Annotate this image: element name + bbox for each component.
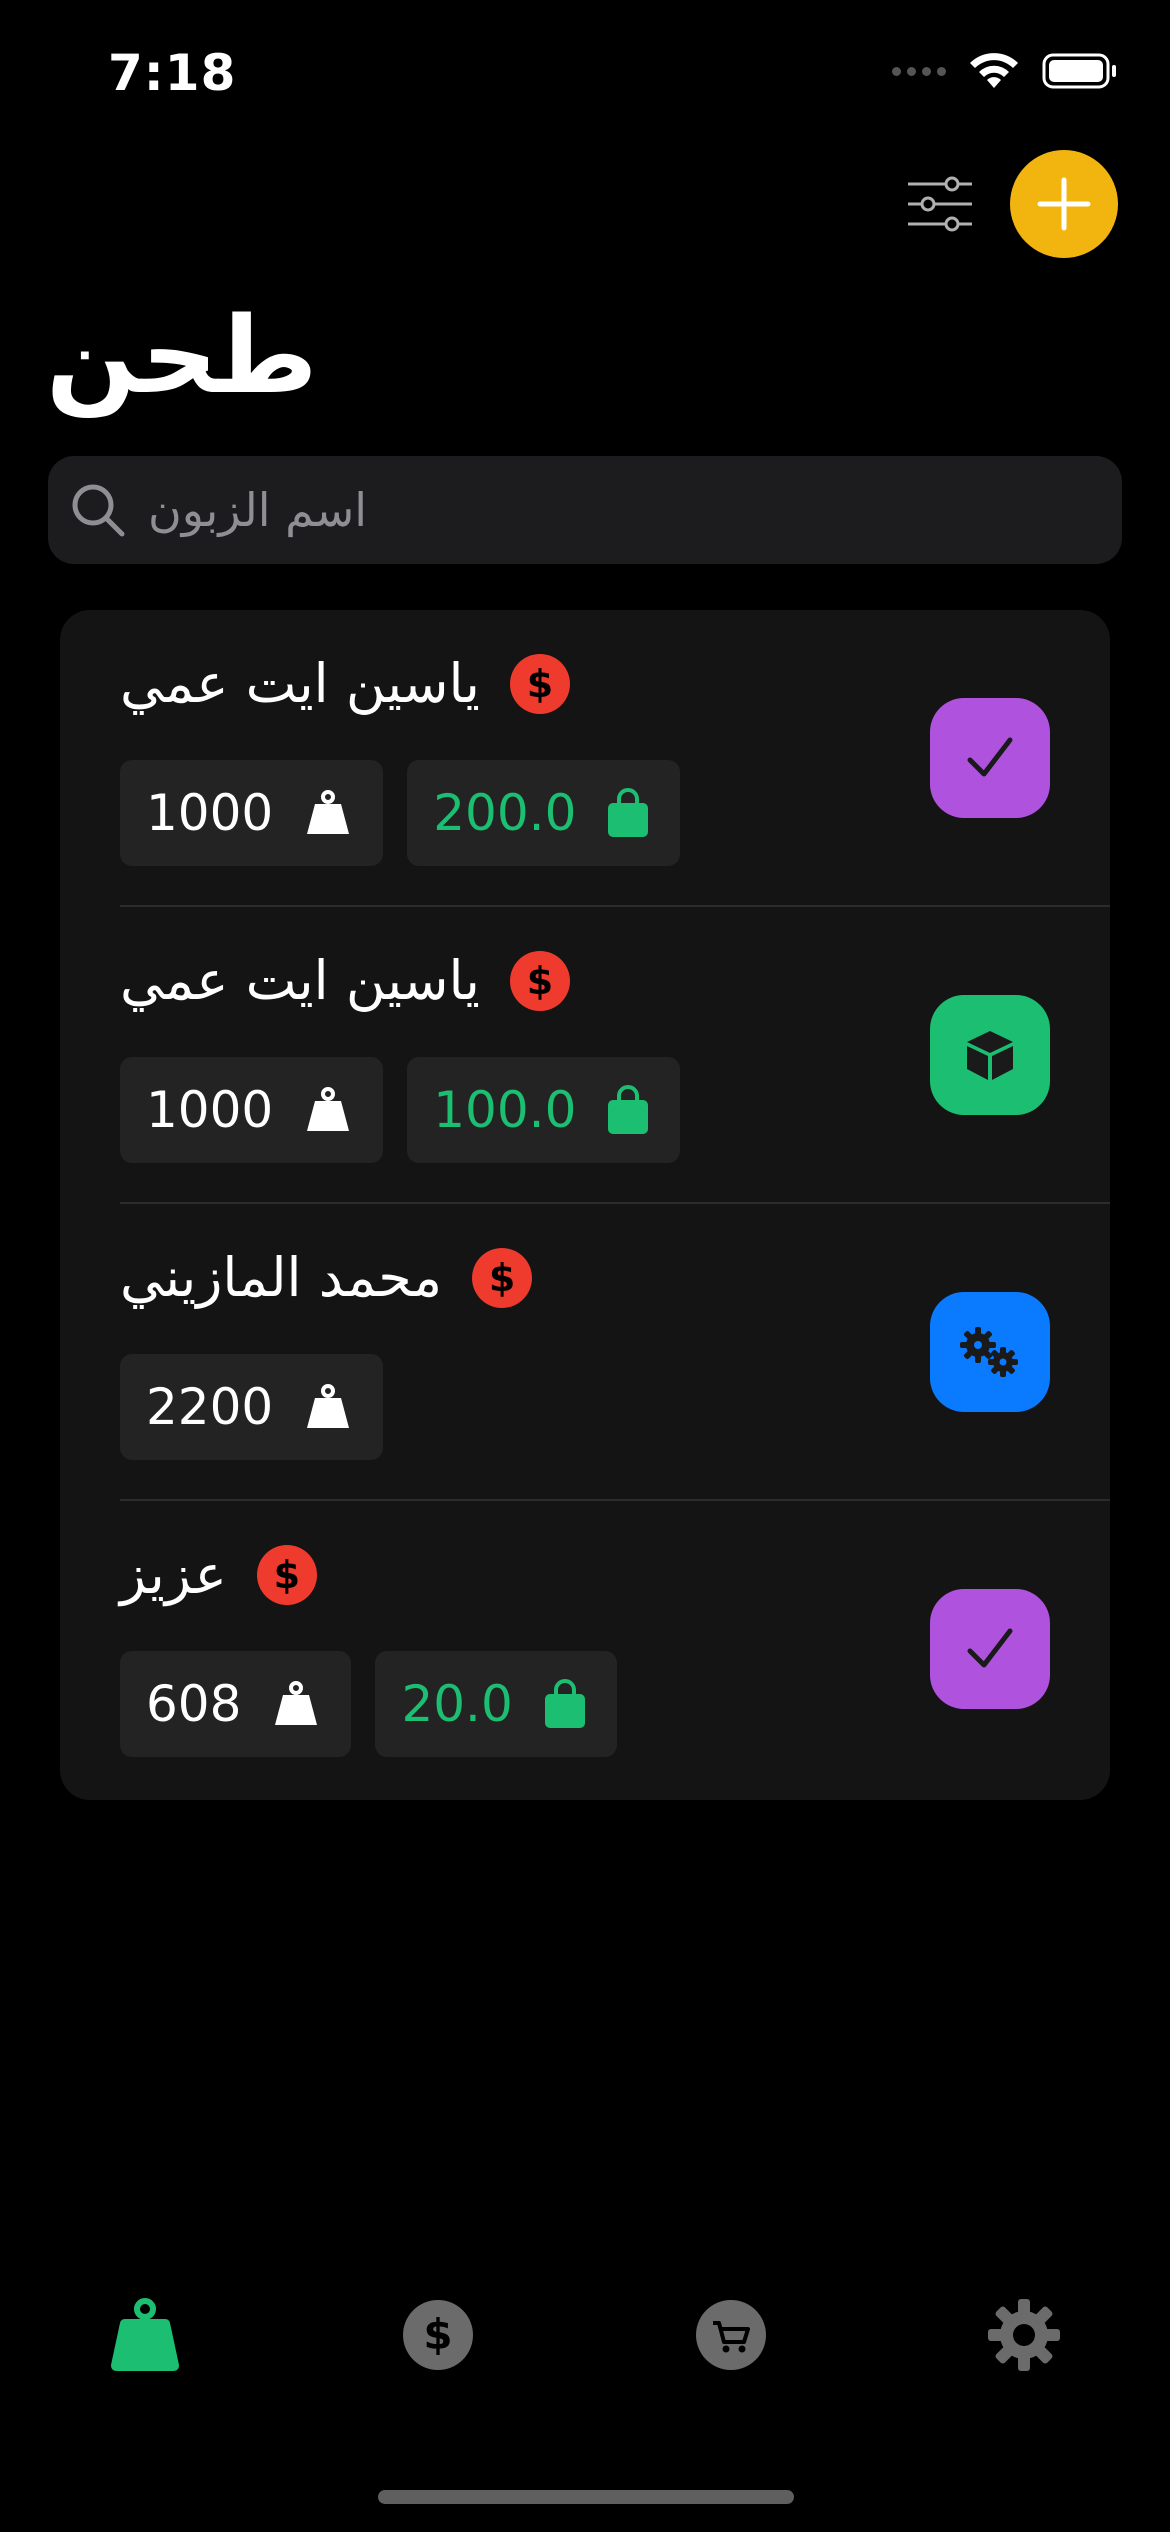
checkmark-icon: [967, 1628, 1013, 1668]
status-package-button[interactable]: [930, 995, 1050, 1115]
weight-value: 1000: [146, 784, 274, 842]
checkmark-icon: [967, 737, 1013, 777]
status-indicators: [892, 52, 1118, 90]
row-chips: 608 20.0: [120, 1651, 617, 1757]
page-title: طحن: [46, 294, 318, 417]
weight-chip: 1000: [120, 760, 384, 866]
gears-icon: [960, 1327, 1018, 1377]
unpaid-badge: $: [509, 950, 570, 1011]
cellular-signal-icon: [892, 66, 946, 76]
plus-icon: [1037, 177, 1091, 231]
filter-button[interactable]: [900, 164, 980, 244]
customer-name: ياسين ايت عمي: [120, 949, 480, 1012]
svg-text:$: $: [423, 2310, 452, 2359]
gear-icon: [988, 2299, 1060, 2371]
row-chips: 1000 100.0: [120, 1057, 681, 1163]
row-header: ياسين ايت عمي $: [120, 949, 570, 1012]
amount-chip: 200.0: [407, 760, 681, 866]
tab-orders[interactable]: [686, 2290, 776, 2380]
row-header: محمد المازيني $: [120, 1246, 533, 1309]
weight-chip: 608: [120, 1651, 352, 1757]
row-chips: 1000 200.0: [120, 760, 681, 866]
amount-value: 200.0: [433, 784, 577, 842]
status-done-button[interactable]: [930, 698, 1050, 818]
weight-value: 2200: [146, 1378, 274, 1436]
shopping-bag-icon: [544, 1679, 585, 1728]
shopping-bag-icon: [608, 1085, 649, 1134]
amount-chip: 20.0: [375, 1651, 617, 1757]
home-indicator: [378, 2490, 794, 2504]
package-box-icon: [967, 1031, 1013, 1080]
sliders-icon: [908, 176, 972, 232]
weight-icon: [307, 1087, 350, 1131]
add-button[interactable]: [1010, 150, 1118, 258]
tab-weighing[interactable]: [100, 2290, 190, 2380]
unpaid-badge: $: [509, 653, 570, 714]
status-bar: 7:18: [0, 0, 1170, 140]
cart-icon: [696, 2300, 766, 2370]
battery-icon: [1042, 53, 1116, 89]
customer-name: محمد المازيني: [120, 1246, 443, 1309]
row-header: عزيز $: [120, 1543, 317, 1606]
weight-value: 608: [146, 1675, 242, 1733]
list-item[interactable]: عزيز $ 608 20.0: [60, 1501, 1110, 1798]
list-item[interactable]: ياسين ايت عمي $ 1000 200.0: [60, 610, 1110, 907]
wifi-icon: [970, 53, 1018, 88]
shopping-bag-icon: [608, 788, 649, 837]
search-input[interactable]: اسم الزبون: [48, 456, 1122, 564]
dollar-icon: $: [403, 2300, 473, 2370]
amount-value: 20.0: [401, 1675, 513, 1733]
customer-list: ياسين ايت عمي $ 1000 200.0 ياسين ايت عمي…: [60, 610, 1110, 1800]
customer-name: عزيز: [120, 1543, 227, 1606]
unpaid-badge: $: [472, 1247, 533, 1308]
row-header: ياسين ايت عمي $: [120, 652, 570, 715]
weight-icon: [111, 2298, 179, 2371]
status-processing-button[interactable]: [930, 1292, 1050, 1412]
search-icon: [70, 480, 130, 540]
weight-chip: 2200: [120, 1354, 384, 1460]
weight-icon: [307, 1384, 350, 1428]
row-chips: 2200: [120, 1354, 384, 1460]
status-done-button[interactable]: [930, 1589, 1050, 1709]
weight-icon: [275, 1681, 318, 1725]
tab-bar: $: [0, 2270, 1170, 2400]
top-actions: [900, 150, 1118, 258]
search-placeholder: اسم الزبون: [148, 483, 368, 537]
weight-value: 1000: [146, 1081, 274, 1139]
amount-value: 100.0: [433, 1081, 577, 1139]
unpaid-badge: $: [256, 1544, 317, 1605]
tab-payments[interactable]: $: [393, 2290, 483, 2380]
weight-chip: 1000: [120, 1057, 384, 1163]
status-time: 7:18: [108, 44, 237, 102]
list-item[interactable]: محمد المازيني $ 2200: [60, 1204, 1110, 1501]
customer-name: ياسين ايت عمي: [120, 652, 480, 715]
tab-settings[interactable]: [979, 2290, 1069, 2380]
list-item[interactable]: ياسين ايت عمي $ 1000 100.0: [60, 907, 1110, 1204]
amount-chip: 100.0: [407, 1057, 681, 1163]
weight-icon: [307, 790, 350, 834]
